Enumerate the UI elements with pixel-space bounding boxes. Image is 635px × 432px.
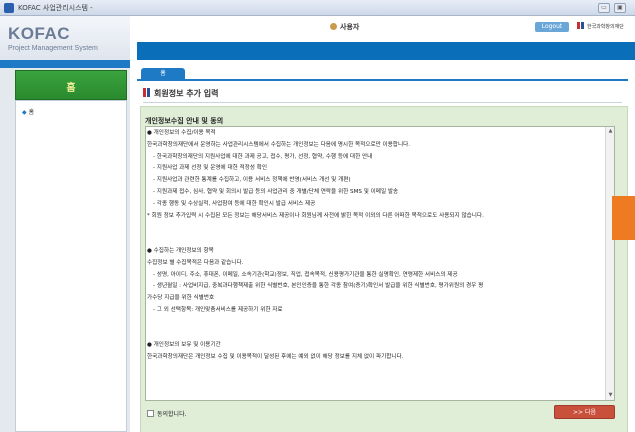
consent-line: - 생년월일 : 사업비지급, 중복과다행책제출 위한 식별번호, 본인인증을 …: [153, 283, 484, 290]
agree-checkbox-row[interactable]: 동의합니다.: [147, 409, 187, 418]
section-title: 개인정보수집 안내 및 동의: [145, 117, 224, 125]
sidebar-menu: ◆ 홈: [15, 100, 127, 432]
consent-text-box[interactable]: ● 개인정보의 수집/이용 목적한국과학창의재단에서 운영하는 사업관리시스템에…: [145, 126, 615, 401]
side-quick-tab[interactable]: [612, 196, 635, 240]
scroll-down-icon[interactable]: ▼: [607, 392, 614, 399]
agree-label: 동의합니다.: [157, 411, 187, 418]
window-title: KOFAC 사업관리시스템 -: [18, 4, 93, 12]
header-band: [137, 42, 635, 60]
maximize-button[interactable]: ▣: [614, 3, 626, 13]
logo[interactable]: KOFAC Project Management System: [0, 16, 130, 60]
window-title-bar: KOFAC 사업관리시스템 - ▭ ▣: [0, 0, 635, 16]
consent-line: ● 수집하는 개인정보의 항목: [147, 247, 214, 254]
main-content: 회원정보 추가 입력 개인정보수집 안내 및 동의 ● 개인정보의 수집/이용 …: [137, 79, 628, 432]
consent-line: 가수당 지급을 위한 식별번호: [147, 295, 215, 302]
title-mark-icon: [143, 88, 146, 97]
consent-text: ● 개인정보의 수집/이용 목적한국과학창의재단에서 운영하는 사업관리시스템에…: [147, 128, 605, 364]
scrollbar[interactable]: ▲ ▼: [605, 127, 614, 400]
consent-line: - 지원사업과 관련한 통계를 수집하고, 이용 서비스 정책에 반영(서비스 …: [153, 177, 351, 184]
sidebar-item-label: 홈: [28, 109, 35, 116]
consent-line: ● 개인정보의 보유 및 이용기간: [147, 342, 221, 349]
consent-line: 수집정보 별 수집목적은 다음과 같습니다.: [147, 259, 244, 266]
bullet-icon: ◆: [22, 109, 27, 116]
user-icon: [330, 23, 337, 30]
logo-text: KOFAC: [8, 24, 70, 43]
consent-line: - 한국과학창의재단의 지원사업에 대한 과제 공고, 접수, 평가, 선정, …: [153, 153, 373, 160]
user-label: 사용자: [340, 23, 360, 31]
divider: [143, 102, 622, 103]
consent-line: - 각종 행동 및 수상실적, 사업참여 등에 대한 확인시 발급 서비스 제공: [153, 200, 316, 207]
tab-home[interactable]: 홈: [141, 68, 185, 79]
consent-line: 한국과학창의재단에서 운영하는 사업관리시스템에서 수집하는 개인정보는 다음에…: [147, 141, 411, 148]
consent-line: - 지원과제 접수, 심사, 협약 및 회의시 발급 등의 사업관리 중 개별/…: [153, 188, 399, 195]
agree-checkbox[interactable]: [147, 410, 154, 417]
consent-line: [147, 329, 605, 341]
sidebar-top-bar: [0, 60, 130, 68]
consent-panel: 개인정보수집 안내 및 동의 ● 개인정보의 수집/이용 목적한국과학창의재단에…: [140, 106, 628, 432]
sidebar-home-panel[interactable]: 홈: [15, 70, 127, 100]
user-info: 사용자: [330, 22, 359, 32]
page-title-text: 회원정보 추가 입력: [154, 89, 219, 98]
sidebar-home-label: 홈: [66, 83, 76, 94]
next-button[interactable]: >> 다음: [554, 405, 615, 419]
sidebar: 홈 ◆ 홈: [0, 60, 130, 432]
consent-line: * 회원 정보 추가입력 시 수집된 모든 정보는 해당서비스 제공이나 회원님…: [147, 212, 484, 219]
logout-button[interactable]: Logout: [535, 22, 569, 32]
consent-line: [147, 317, 605, 329]
logo-subtitle: Project Management System: [8, 45, 98, 52]
scroll-up-icon[interactable]: ▲: [607, 128, 614, 135]
consent-line: [147, 222, 605, 234]
org-logo-mark-icon: [577, 22, 580, 29]
consent-line: [147, 234, 605, 246]
consent-line: - 그 외 선택항목: 개인맞춤서비스를 제공하기 위한 자료: [153, 306, 283, 313]
org-logo[interactable]: 한국과학창의재단: [577, 22, 624, 30]
app-icon: [4, 3, 14, 13]
consent-line: 한국과학창의재단은 개인정보 수집 및 이용목적이 달성된 후에는 예외 없이 …: [147, 354, 404, 361]
minimize-button[interactable]: ▭: [598, 3, 610, 13]
consent-line: - 성명, 아이디, 주소, 휴대폰, 이메일, 소속기관(학교)정보, 직업,…: [153, 271, 458, 278]
page-title: 회원정보 추가 입력: [143, 88, 218, 99]
org-name: 한국과학창의재단: [587, 24, 624, 30]
consent-line: ● 개인정보의 수집/이용 목적: [147, 130, 216, 136]
sidebar-item-home[interactable]: ◆ 홈: [22, 107, 34, 116]
consent-line: - 지원사업 과제 선정 및 운영에 대한 적정성 확인: [153, 165, 268, 172]
